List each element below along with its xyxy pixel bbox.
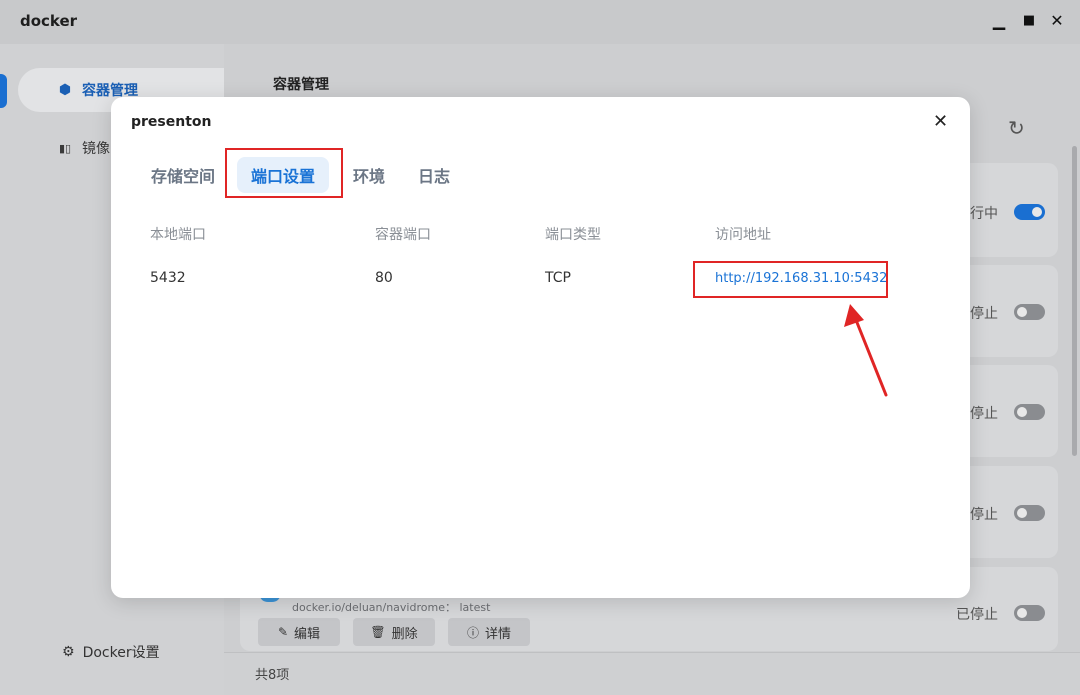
sidebar-item-docker-settings[interactable]: ⚙ Docker设置 — [62, 642, 160, 662]
dialog-title: presenton — [131, 114, 212, 130]
tab-highlight-box — [225, 148, 343, 198]
edit-icon: ✎ — [277, 625, 289, 639]
status-toggle[interactable] — [1014, 505, 1045, 521]
status-label: 行中 — [970, 206, 998, 222]
annotation-arrow — [844, 304, 888, 397]
sidebar-item-label: Docker设置 — [82, 645, 160, 661]
footer-bar — [224, 652, 1080, 695]
status-label: 停止 — [970, 507, 998, 523]
local-port-cell: 5432 — [150, 270, 186, 286]
tab-logs[interactable]: 日志 — [414, 157, 454, 193]
link-highlight-box — [693, 261, 888, 298]
status-toggle[interactable] — [1014, 605, 1045, 621]
status-label: 停止 — [970, 306, 998, 322]
info-icon: ⓘ — [466, 625, 479, 640]
delete-label: 删除 — [391, 626, 418, 642]
title-bar: docker ▁ ■ ✕ — [0, 0, 1080, 44]
edit-label: 编辑 — [294, 626, 321, 642]
tab-storage[interactable]: 存储空间 — [147, 157, 219, 193]
edit-button[interactable]: ✎ 编辑 — [258, 618, 340, 646]
sidebar-item-label: 镜像 — [82, 141, 110, 157]
status-toggle[interactable] — [1014, 404, 1045, 420]
column-header-port-type: 端口类型 — [545, 227, 601, 243]
close-icon[interactable]: ✕ — [933, 111, 948, 132]
close-window-icon[interactable]: ✕ — [1046, 10, 1068, 32]
scrollbar[interactable] — [1072, 146, 1077, 456]
sidebar-active-indicator — [0, 74, 7, 108]
status-toggle[interactable] — [1014, 304, 1045, 320]
minimize-icon[interactable]: ▁ — [988, 10, 1010, 32]
gear-icon: ⚙ — [62, 644, 75, 660]
port-type-cell: TCP — [545, 270, 571, 286]
detail-button[interactable]: ⓘ 详情 — [448, 618, 530, 646]
status-label: 停止 — [970, 406, 998, 422]
status-label: 已停止 — [956, 607, 998, 623]
detail-label: 详情 — [485, 626, 512, 642]
book-icon: ▮▯ — [58, 141, 72, 155]
refresh-icon[interactable]: ↻ — [1008, 116, 1025, 140]
container-image-name: docker.io/deluan/navidrome： latest — [292, 601, 491, 614]
column-header-container-port: 容器端口 — [375, 227, 431, 243]
delete-button[interactable]: 🗑 删除 — [353, 618, 435, 646]
status-toggle[interactable] — [1014, 204, 1045, 220]
total-count: 共8项 — [255, 668, 290, 683]
maximize-icon[interactable]: ■ — [1018, 10, 1040, 32]
container-port-cell: 80 — [375, 270, 393, 286]
tab-environment[interactable]: 环境 — [349, 157, 389, 193]
hexagon-gear-icon: ⬢ — [58, 82, 72, 98]
app-title: docker — [20, 12, 78, 30]
page-title: 容器管理 — [273, 77, 329, 93]
port-settings-dialog: presenton ✕ 存储空间 端口设置 环境 日志 本地端口 容器端口 端口… — [111, 97, 970, 598]
trash-icon: 🗑 — [370, 625, 386, 639]
column-header-access-url: 访问地址 — [715, 227, 771, 243]
column-header-local-port: 本地端口 — [150, 227, 206, 243]
